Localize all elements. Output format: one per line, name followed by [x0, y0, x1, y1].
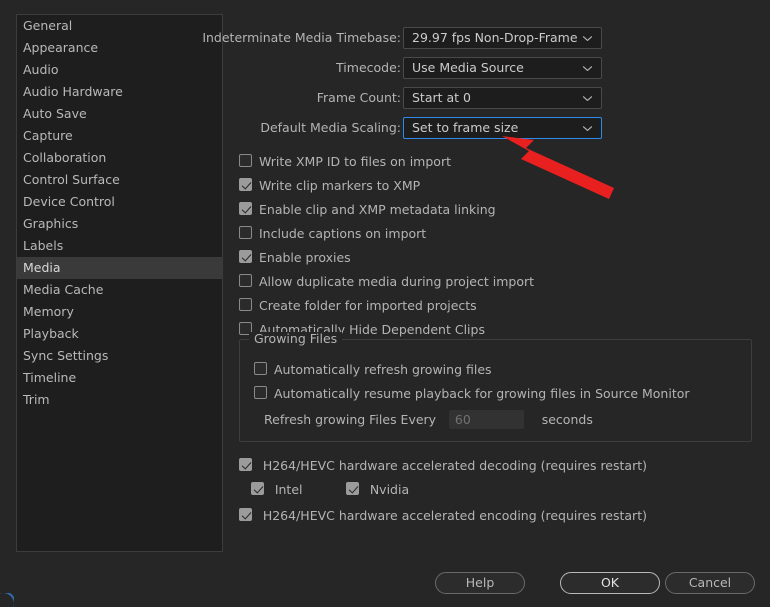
allow-duplicate-media-during-project-import-label: Allow duplicate media during project imp… [259, 274, 535, 289]
chevron-down-icon [582, 93, 593, 104]
write-xmp-id-to-files-on-import-checkbox[interactable] [239, 154, 252, 167]
sidebar-item-timeline[interactable]: Timeline [17, 367, 222, 389]
h264-hevc-hardware-accelerated-decoding-checkbox[interactable] [239, 458, 252, 471]
growing-files-group: Growing Files Automatically refresh grow… [239, 332, 752, 442]
automatically-resume-playback-growing-files-label: Automatically resume playback for growin… [274, 386, 690, 401]
sidebar-item-control-surface[interactable]: Control Surface [17, 169, 222, 191]
enable-proxies-label: Enable proxies [259, 250, 351, 265]
sidebar-item-audio-hardware[interactable]: Audio Hardware [17, 81, 222, 103]
sidebar-item-sync-settings[interactable]: Sync Settings [17, 345, 222, 367]
media-preferences-pane: Indeterminate Media Timebase: 29.97 fps N… [202, 14, 756, 552]
include-captions-on-import-label: Include captions on import [259, 226, 427, 241]
sidebar-item-media[interactable]: Media [17, 257, 222, 279]
automatically-resume-playback-growing-files-checkbox[interactable] [254, 386, 267, 399]
default-media-scaling-row: Default Media Scaling: Set to frame size [231, 117, 756, 139]
write-clip-markers-to-xmp-checkbox[interactable] [239, 178, 252, 191]
vendor-intel-row[interactable]: Intel [251, 482, 303, 502]
sidebar-item-collaboration[interactable]: Collaboration [17, 147, 222, 169]
sidebar-item-auto-save[interactable]: Auto Save [17, 103, 222, 125]
timecode-dropdown[interactable]: Use Media Source [403, 57, 602, 79]
indeterminate-media-timebase-dropdown[interactable]: 29.97 fps Non-Drop-Frame [403, 27, 602, 49]
enable-proxies-row[interactable]: Enable proxies [239, 250, 351, 270]
write-clip-markers-to-xmp-label: Write clip markers to XMP [259, 178, 421, 193]
default-media-scaling-label: Default Media Scaling: [260, 120, 401, 135]
chevron-down-icon [582, 123, 593, 134]
sidebar-item-appearance[interactable]: Appearance [17, 37, 222, 59]
include-captions-on-import-row[interactable]: Include captions on import [239, 226, 426, 246]
sidebar-item-device-control[interactable]: Device Control [17, 191, 222, 213]
h264-hevc-hardware-accelerated-encoding-label: H264/HEVC hardware accelerated encoding … [262, 508, 647, 523]
enable-proxies-checkbox[interactable] [239, 250, 252, 263]
window-corner-artifact [0, 593, 14, 607]
indeterminate-media-timebase-label: Indeterminate Media Timebase: [202, 30, 401, 45]
frame-count-dropdown[interactable]: Start at 0 [403, 87, 602, 109]
timecode-row: Timecode: Use Media Source [231, 57, 756, 79]
preferences-category-sidebar[interactable]: General Appearance Audio Audio Hardware Auto… [16, 14, 223, 552]
timecode-label: Timecode: [336, 60, 401, 75]
sidebar-item-memory[interactable]: Memory [17, 301, 222, 323]
sidebar-item-graphics[interactable]: Graphics [17, 213, 222, 235]
refresh-growing-files-label: Refresh growing Files Every [264, 412, 437, 427]
growing-files-legend: Growing Files [249, 332, 343, 346]
write-clip-markers-to-xmp-row[interactable]: Write clip markers to XMP [239, 178, 420, 198]
create-folder-for-imported-projects-checkbox[interactable] [239, 298, 252, 311]
include-captions-on-import-checkbox[interactable] [239, 226, 252, 239]
create-folder-for-imported-projects-row[interactable]: Create folder for imported projects [239, 298, 477, 318]
intel-label: Intel [274, 482, 303, 497]
sidebar-item-capture[interactable]: Capture [17, 125, 222, 147]
chevron-down-icon [582, 33, 593, 44]
sidebar-item-labels[interactable]: Labels [17, 235, 222, 257]
default-media-scaling-value: Set to frame size [412, 120, 519, 135]
sidebar-item-playback[interactable]: Playback [17, 323, 222, 345]
chevron-down-icon [582, 63, 593, 74]
automatically-refresh-growing-files-label: Automatically refresh growing files [274, 362, 492, 377]
frame-count-label: Frame Count: [316, 90, 401, 105]
write-xmp-id-to-files-on-import-label: Write XMP ID to files on import [259, 154, 451, 169]
dialog-footer: Help OK Cancel [0, 568, 770, 607]
frame-count-value: Start at 0 [412, 90, 471, 105]
indeterminate-media-timebase-row: Indeterminate Media Timebase: 29.97 fps N… [202, 27, 756, 49]
help-button[interactable]: Help [435, 572, 525, 594]
enable-clip-and-xmp-metadata-linking-label: Enable clip and XMP metadata linking [259, 202, 496, 217]
automatically-resume-playback-growing-files-row[interactable]: Automatically resume playback for growin… [254, 386, 690, 406]
h264-hevc-hardware-accelerated-encoding-row[interactable]: H264/HEVC hardware accelerated encoding … [239, 508, 647, 528]
frame-count-row: Frame Count: Start at 0 [231, 87, 756, 109]
allow-duplicate-media-during-project-import-checkbox[interactable] [239, 274, 252, 287]
write-xmp-id-to-files-on-import-row[interactable]: Write XMP ID to files on import [239, 154, 451, 174]
nvidia-checkbox[interactable] [346, 482, 359, 495]
h264-hevc-hardware-accelerated-encoding-checkbox[interactable] [239, 508, 252, 521]
refresh-growing-files-row: Refresh growing Files Every seconds [264, 410, 593, 430]
refresh-growing-files-input[interactable] [448, 410, 524, 429]
enable-clip-and-xmp-metadata-linking-row[interactable]: Enable clip and XMP metadata linking [239, 202, 496, 222]
cancel-button[interactable]: Cancel [665, 572, 755, 594]
sidebar-item-trim[interactable]: Trim [17, 389, 222, 411]
h264-hevc-hardware-accelerated-decoding-label: H264/HEVC hardware accelerated decoding … [262, 458, 647, 473]
h264-hevc-hardware-accelerated-decoding-row[interactable]: H264/HEVC hardware accelerated decoding … [239, 458, 647, 478]
allow-duplicate-media-during-project-import-row[interactable]: Allow duplicate media during project imp… [239, 274, 534, 294]
create-folder-for-imported-projects-label: Create folder for imported projects [259, 298, 477, 313]
intel-checkbox[interactable] [251, 482, 264, 495]
timecode-value: Use Media Source [412, 60, 524, 75]
sidebar-item-audio[interactable]: Audio [17, 59, 222, 81]
vendor-nvidia-row[interactable]: Nvidia [346, 482, 409, 502]
nvidia-label: Nvidia [369, 482, 410, 497]
default-media-scaling-dropdown[interactable]: Set to frame size [403, 117, 602, 139]
enable-clip-and-xmp-metadata-linking-checkbox[interactable] [239, 202, 252, 215]
automatically-refresh-growing-files-checkbox[interactable] [254, 362, 267, 375]
automatically-refresh-growing-files-row[interactable]: Automatically refresh growing files [254, 362, 492, 382]
refresh-growing-files-unit: seconds [541, 412, 593, 427]
indeterminate-media-timebase-value: 29.97 fps Non-Drop-Frame [412, 30, 578, 45]
sidebar-item-media-cache[interactable]: Media Cache [17, 279, 222, 301]
ok-button[interactable]: OK [560, 572, 660, 594]
sidebar-item-general[interactable]: General [17, 15, 222, 37]
